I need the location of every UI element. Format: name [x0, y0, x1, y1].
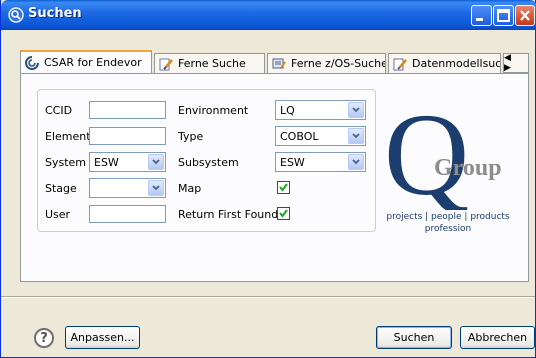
remote-search-icon	[159, 58, 173, 70]
help-icon: ?	[40, 330, 48, 346]
environment-label: Environment	[178, 104, 249, 117]
user-input[interactable]	[89, 205, 166, 223]
subsystem-dropdown-button[interactable]	[348, 154, 364, 170]
system-value: ESW	[94, 156, 119, 169]
search-button[interactable]: Suchen	[376, 326, 452, 349]
tab-label: Ferne Suche	[178, 57, 246, 70]
endevor-criteria-group: CCID Element System ESW Stage User Envir…	[37, 89, 376, 232]
endevor-icon	[25, 55, 39, 70]
customize-button-label: Anpassen...	[70, 331, 135, 344]
close-button[interactable]	[515, 5, 535, 26]
qgroup-logo: Q Group projects | people | products pro…	[378, 102, 510, 252]
search-dialog-icon	[8, 7, 24, 23]
type-value: COBOL	[280, 130, 319, 143]
tab-label: CSAR for Endevor	[44, 56, 142, 69]
tab-csar-for-endevor[interactable]: CSAR for Endevor	[20, 50, 152, 73]
stage-dropdown-button[interactable]	[148, 180, 164, 196]
cancel-button[interactable]: Abbrechen	[460, 326, 535, 349]
qgroup-logo-mark: Q Group	[384, 102, 502, 210]
logo-tagline: projects | people | products	[386, 212, 510, 222]
system-combo[interactable]: ESW	[89, 152, 166, 172]
type-dropdown-button[interactable]	[348, 128, 364, 144]
system-dropdown-button[interactable]	[148, 154, 164, 170]
customize-button[interactable]: Anpassen...	[65, 326, 140, 349]
cancel-button-label: Abbrechen	[467, 331, 528, 344]
ccid-label: CCID	[45, 104, 73, 117]
subsystem-combo[interactable]: ESW	[275, 152, 366, 172]
close-icon	[520, 10, 530, 21]
tab-strip: CSAR for Endevor Ferne Suche Ferne z/OS-…	[20, 50, 529, 73]
minimize-icon	[476, 18, 483, 21]
logo-tagline-2: profession	[424, 224, 472, 234]
maximize-icon	[497, 9, 510, 22]
subsystem-label: Subsystem	[178, 156, 239, 169]
tab-label: Datenmodellsuche	[412, 57, 501, 70]
environment-value: LQ	[280, 104, 295, 117]
tab-scroll-buttons[interactable]: ◀ ▶	[503, 53, 529, 73]
subsystem-value: ESW	[280, 156, 305, 169]
chevron-down-icon	[152, 185, 160, 191]
map-label: Map	[178, 182, 202, 195]
logo-group-text: Group	[434, 155, 502, 181]
data-model-search-icon	[393, 58, 407, 70]
checkmark-icon	[279, 183, 288, 192]
return-first-found-label: Return First Found	[178, 208, 279, 221]
zos-search-icon	[272, 58, 286, 69]
return-first-found-checkbox[interactable]	[277, 207, 290, 220]
chevron-down-icon	[352, 159, 360, 165]
ccid-input[interactable]	[89, 101, 166, 119]
system-label: System	[45, 156, 87, 169]
tab-scroll-arrows: ◀ ▶	[504, 53, 514, 73]
chevron-down-icon	[352, 133, 360, 139]
checkmark-icon	[279, 209, 288, 218]
type-combo[interactable]: COBOL	[275, 126, 366, 146]
tab-panel: CCID Element System ESW Stage User Envir…	[20, 73, 529, 282]
tab-remote-search[interactable]: Ferne Suche	[154, 53, 265, 73]
help-button[interactable]: ?	[34, 328, 54, 348]
minimize-button[interactable]	[471, 5, 492, 26]
chevron-down-icon	[352, 107, 360, 113]
window-title: Suchen	[28, 6, 82, 21]
environment-combo[interactable]: LQ	[275, 100, 366, 120]
tab-label: Ferne z/OS-Suche	[291, 57, 386, 70]
user-label: User	[45, 208, 71, 221]
tab-remote-zos-search[interactable]: Ferne z/OS-Suche	[267, 53, 386, 73]
environment-dropdown-button[interactable]	[348, 102, 364, 118]
stage-label: Stage	[45, 182, 77, 195]
footer-separator-highlight	[1, 297, 535, 298]
title-bar[interactable]: Suchen	[1, 0, 536, 30]
tab-data-model-search[interactable]: Datenmodellsuche	[388, 53, 501, 73]
type-label: Type	[178, 130, 204, 143]
map-checkbox[interactable]	[277, 181, 290, 194]
maximize-button[interactable]	[493, 5, 514, 26]
search-button-label: Suchen	[393, 331, 435, 344]
element-input[interactable]	[89, 127, 166, 145]
stage-combo[interactable]	[89, 178, 166, 198]
element-label: Element	[45, 130, 91, 143]
search-dialog: Suchen CSAR for Endevor Ferne Suche Fern…	[0, 0, 536, 358]
chevron-down-icon	[152, 159, 160, 165]
